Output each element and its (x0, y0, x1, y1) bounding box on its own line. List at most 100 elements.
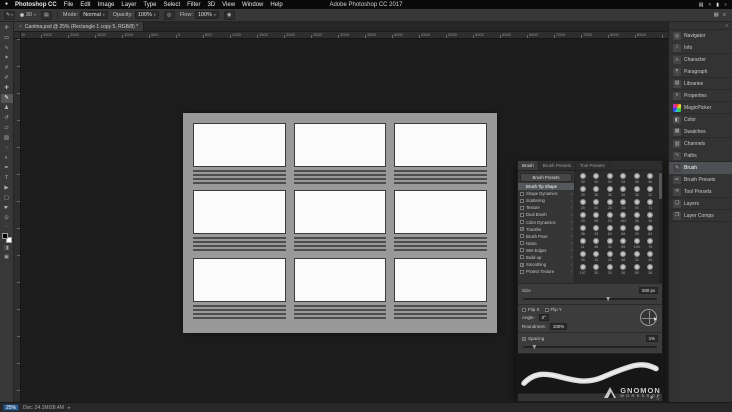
lock-icon[interactable]: ▪ (571, 206, 572, 210)
battery-icon[interactable]: ▮ (716, 2, 719, 8)
flow-select[interactable]: 100% ▾ (194, 11, 219, 19)
spot-healing-brush-tool[interactable]: ✚ (1, 84, 13, 93)
workspace-switcher-icon[interactable]: ▦ (714, 12, 719, 18)
spacing-checkbox[interactable]: ✓ (522, 336, 526, 341)
lock-icon[interactable]: ▪ (571, 270, 572, 274)
path-selection-tool[interactable]: ▶ (1, 184, 13, 193)
apple-menu-icon[interactable]: ● (5, 0, 8, 9)
lasso-tool[interactable]: ∿ (1, 44, 13, 53)
scrollbar[interactable] (659, 171, 662, 283)
panel-paths[interactable]: ∿ Paths (669, 150, 732, 162)
lock-icon[interactable]: ▪ (571, 227, 572, 231)
flip-y-checkbox[interactable]: Flip Y (544, 307, 562, 312)
lock-icon[interactable]: ▪ (571, 192, 572, 196)
brush-presets-button[interactable]: Brush Presets (520, 173, 572, 182)
display-icon[interactable]: ▤ (699, 2, 704, 8)
brush-preset[interactable]: 100 (630, 237, 644, 250)
setting-checkbox[interactable] (520, 234, 524, 239)
menubar-menu[interactable]: Help (270, 2, 282, 8)
zoom-tool[interactable]: ⊙ (1, 214, 13, 223)
brush-preset[interactable]: 29 (603, 211, 617, 224)
brush-preset[interactable]: 36 (576, 224, 590, 237)
panel-paragraph[interactable]: ¶ Paragraph (669, 66, 732, 78)
angle-value-field[interactable]: 0° (538, 314, 549, 321)
blur-tool[interactable]: ◌ (1, 144, 13, 153)
brush-preset[interactable]: 32 (644, 185, 658, 198)
brush-preset[interactable]: 50 (630, 263, 644, 276)
brush-setting-item[interactable]: ✓ Smoothing ▪ (518, 261, 574, 268)
crop-tool[interactable]: # (1, 64, 13, 73)
menubar-menu[interactable]: Select (163, 2, 180, 8)
spacing-slider[interactable] (523, 344, 657, 350)
brush-preset[interactable]: 66 (617, 224, 631, 237)
roundness-value-field[interactable]: 100% (550, 323, 568, 330)
eyedropper-tool[interactable]: ✐ (1, 74, 13, 83)
brush-preset[interactable]: 95 (590, 211, 604, 224)
panel-magicpicker[interactable]: ◉ MagicPicker (669, 102, 732, 114)
brush-preset[interactable]: 75 (644, 237, 658, 250)
menubar-menu[interactable]: File (64, 2, 74, 8)
horizontal-ruler[interactable]: 3000250020001500100050005001000150020002… (14, 32, 668, 39)
toggle-brush-panel-button[interactable]: ▤ (40, 10, 52, 20)
brush-setting-item[interactable]: Protect Texture ▪ (518, 268, 574, 275)
brush-preset[interactable]: 25 (617, 172, 631, 185)
brush-preset[interactable]: 30 (590, 172, 604, 185)
lock-icon[interactable]: ▪ (571, 255, 572, 259)
setting-checkbox[interactable] (520, 269, 524, 274)
slider-thumb[interactable] (532, 344, 537, 350)
menubar-menu[interactable]: View (222, 2, 235, 8)
tool-preset-picker[interactable]: ✎ ▾ (4, 10, 15, 20)
quick-selection-tool[interactable]: ✶ (1, 54, 13, 63)
panel-libraries[interactable]: ▤ Libraries (669, 78, 732, 90)
lock-icon[interactable]: ▪ (571, 185, 572, 189)
pressure-opacity-button[interactable]: ◎ (163, 10, 175, 20)
brush-preset[interactable]: 26 (603, 250, 617, 263)
brush-preset[interactable]: 25 (603, 198, 617, 211)
brush-preset[interactable]: 63 (603, 224, 617, 237)
brush-preset[interactable]: 30 (590, 263, 604, 276)
brush-preset[interactable]: 50 (630, 198, 644, 211)
brush-preset[interactable]: 30 (603, 172, 617, 185)
brush-preset[interactable]: 50 (590, 198, 604, 211)
type-tool[interactable]: T (1, 174, 13, 183)
slider-thumb[interactable] (606, 296, 611, 302)
ruler-origin-corner[interactable] (14, 32, 21, 39)
brush-setting-item[interactable]: Wet Edges ▪ (518, 247, 574, 254)
panel-swatches[interactable]: ▦ Swatches (669, 126, 732, 138)
lock-icon[interactable]: ▪ (571, 263, 572, 267)
brush-preset[interactable]: 55 (617, 237, 631, 250)
collapse-panels-icon[interactable]: « (669, 22, 732, 30)
setting-checkbox[interactable] (520, 198, 524, 203)
brush-preset[interactable]: 63 (644, 224, 658, 237)
panel-channels[interactable]: ▥ Channels (669, 138, 732, 150)
menubar-menu[interactable]: Type (143, 2, 156, 8)
panel-layers[interactable]: ❏ Layers (669, 198, 732, 210)
document-tab[interactable]: × Cantina.psd @ 25% (Rectangle 1 copy 5,… (14, 22, 145, 31)
brush-preset[interactable]: 45 (644, 250, 658, 263)
brush-preset[interactable]: 36 (603, 185, 617, 198)
lock-icon[interactable]: ▪ (571, 199, 572, 203)
brush-setting-item[interactable]: Shape Dynamics ▪ (518, 190, 574, 197)
panel-brush-presets[interactable]: ✏ Brush Presets (669, 174, 732, 186)
menubar-menu[interactable]: Edit (80, 2, 90, 8)
brush-preset-picker[interactable]: 30 ▾ (20, 12, 36, 18)
panel-brush[interactable]: ✎ Brush (669, 162, 732, 174)
brush-preset[interactable]: 25 (576, 211, 590, 224)
setting-checkbox[interactable] (520, 255, 524, 260)
dodge-tool[interactable]: ◐ (1, 154, 13, 163)
brush-preset[interactable]: 197 (576, 263, 590, 276)
brush-panel-tab[interactable]: Brush (518, 161, 539, 170)
panel-tool-presets[interactable]: ✛ Tool Presets (669, 186, 732, 198)
setting-checkbox[interactable] (520, 205, 524, 210)
brush-preset[interactable]: 15 (590, 250, 604, 263)
brush-setting-item[interactable]: Color Dynamics ▪ (518, 218, 574, 225)
history-brush-tool[interactable]: ↺ (1, 114, 13, 123)
airbrush-button[interactable]: ◉ (223, 10, 235, 20)
panel-info[interactable]: i Info (669, 42, 732, 54)
vertical-ruler[interactable] (14, 39, 21, 402)
brush-panel-tab[interactable]: Tool Presets (576, 161, 610, 170)
brush-preset[interactable]: 36 (644, 172, 658, 185)
menubar-menu[interactable]: 3D (207, 2, 215, 8)
wifi-icon[interactable]: ≈ (708, 2, 711, 8)
brush-preset[interactable]: 71 (644, 198, 658, 211)
